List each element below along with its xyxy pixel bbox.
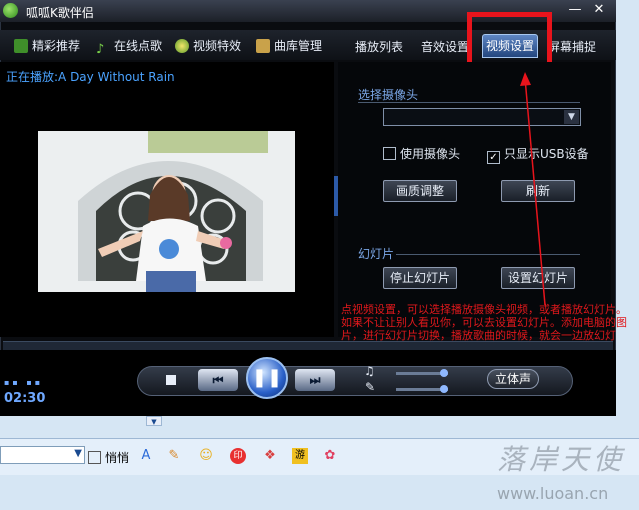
music-volume-icon: ♫ <box>364 364 375 378</box>
previous-button[interactable]: ⏮ <box>198 369 238 391</box>
combo-chevron-icon[interactable]: ▼ <box>74 448 82 459</box>
gift-icon[interactable]: ❖ <box>262 448 278 464</box>
whisper-checkbox[interactable]: 悄悄 <box>88 449 129 466</box>
time-display: 02:30 <box>4 391 46 406</box>
music-volume-slider[interactable] <box>396 369 448 377</box>
watermark-url: www.luoan.cn <box>497 484 609 503</box>
stereo-button[interactable]: 立体声 <box>487 369 539 389</box>
game-icon[interactable]: 游 <box>292 448 308 464</box>
font-icon[interactable]: A <box>138 448 154 464</box>
whisper-box[interactable] <box>88 451 101 464</box>
pause-button[interactable]: ❚❚ <box>246 357 288 399</box>
mic-volume-slider[interactable] <box>396 385 448 393</box>
next-button[interactable]: ⏭ <box>295 369 335 391</box>
whisper-label: 悄悄 <box>105 451 130 465</box>
brush-icon[interactable]: ✎ <box>166 448 182 464</box>
watermark-text: 落岸天使 <box>497 443 626 476</box>
music-volume-knob[interactable] <box>440 369 448 377</box>
emoji-icon[interactable]: ☺ <box>198 448 214 464</box>
flower-icon[interactable]: ✿ <box>322 448 338 464</box>
stop-button[interactable] <box>166 375 176 385</box>
level-meter: ▪▪ ▪▪ <box>4 378 44 387</box>
stamp-icon[interactable]: 印 <box>230 448 246 464</box>
progress-bar[interactable] <box>3 341 613 350</box>
microphone-icon: ✎ <box>365 380 376 394</box>
target-combo[interactable]: ▼ <box>0 446 85 464</box>
annotation-arrow <box>520 72 546 306</box>
expand-icon[interactable]: ▼ <box>146 416 162 426</box>
mic-volume-knob[interactable] <box>440 385 448 393</box>
